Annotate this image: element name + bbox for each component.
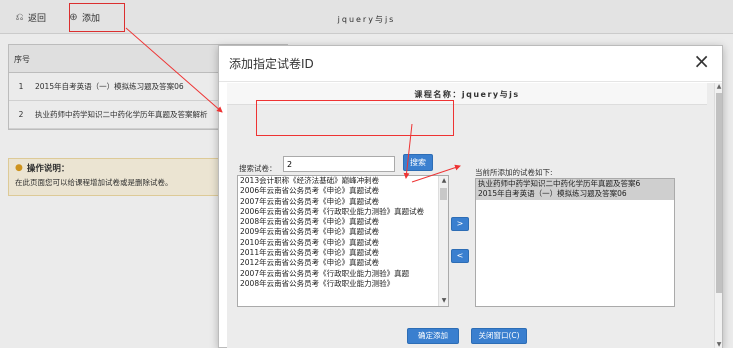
selected-label: 当前所添加的试卷如下: — [475, 168, 553, 177]
scroll-up-icon[interactable]: ▲ — [439, 176, 448, 186]
dialog-scrollbar[interactable]: ▲ ▼ — [714, 83, 722, 348]
list-item[interactable]: 2008年云南省公务员考《行政职业能力测验》 — [238, 279, 440, 289]
scroll-down-icon[interactable]: ▼ — [439, 296, 448, 306]
search-label: 搜索试卷： — [239, 164, 277, 173]
add-paper-dialog: 添加指定试卷ID × 课程名称：jquery与js 搜索试卷： 搜索 2013会… — [218, 45, 723, 348]
scroll-up-icon[interactable]: ▲ — [715, 83, 723, 91]
dialog-header: 添加指定试卷ID × — [219, 46, 722, 82]
list-item[interactable]: 2008年云南省公务员考《申论》真题试卷 — [238, 217, 440, 227]
list-item[interactable]: 2013会计职称《经济法基础》巅峰冲刺卷 — [238, 176, 440, 186]
search-button[interactable]: 搜索 — [403, 154, 433, 171]
list-item[interactable]: 2009年云南省公务员考《申论》真题试卷 — [238, 227, 440, 237]
annotation-highlight-search — [256, 100, 454, 136]
search-input[interactable] — [283, 156, 395, 172]
list-item[interactable]: 执业药师中药学知识二中药化学历年真题及答案6 — [476, 179, 674, 190]
close-window-button[interactable]: 关闭窗口(C) — [471, 328, 527, 344]
move-right-button[interactable]: > — [451, 217, 469, 231]
list-item[interactable]: 2011年云南省公务员考《申论》真题试卷 — [238, 248, 440, 258]
move-left-button[interactable]: < — [451, 249, 469, 263]
list-item[interactable]: 2015年自考英语（一）模拟练习题及答案06 — [476, 189, 674, 200]
list-item[interactable]: 2006年云南省公务员考《申论》真题试卷 — [238, 186, 440, 196]
close-icon[interactable]: × — [693, 50, 710, 72]
list-item[interactable]: 2012年云南省公务员考《申论》真题试卷 — [238, 258, 440, 268]
dialog-title: 添加指定试卷ID — [229, 57, 314, 71]
list-item[interactable]: 2007年云南省公务员考《行政职业能力测验》真题 — [238, 269, 440, 279]
selected-papers-list[interactable]: 执业药师中药学知识二中药化学历年真题及答案6 2015年自考英语（一）模拟练习题及… — [475, 178, 675, 307]
list-scrollbar[interactable]: ▲ ▼ — [438, 176, 448, 306]
scroll-down-icon[interactable]: ▼ — [715, 341, 723, 348]
list-item[interactable]: 2007年云南省公务员考《申论》真题试卷 — [238, 197, 440, 207]
confirm-add-button[interactable]: 确定添加 — [407, 328, 459, 344]
scroll-thumb[interactable] — [716, 93, 722, 293]
available-papers-list[interactable]: 2013会计职称《经济法基础》巅峰冲刺卷 2006年云南省公务员考《申论》真题试卷… — [237, 175, 449, 307]
scroll-thumb[interactable] — [440, 188, 447, 200]
list-item[interactable]: 2010年云南省公务员考《申论》真题试卷 — [238, 238, 440, 248]
list-item[interactable]: 2006年云南省公务员考《行政职业能力测验》真题试卷 — [238, 207, 440, 217]
